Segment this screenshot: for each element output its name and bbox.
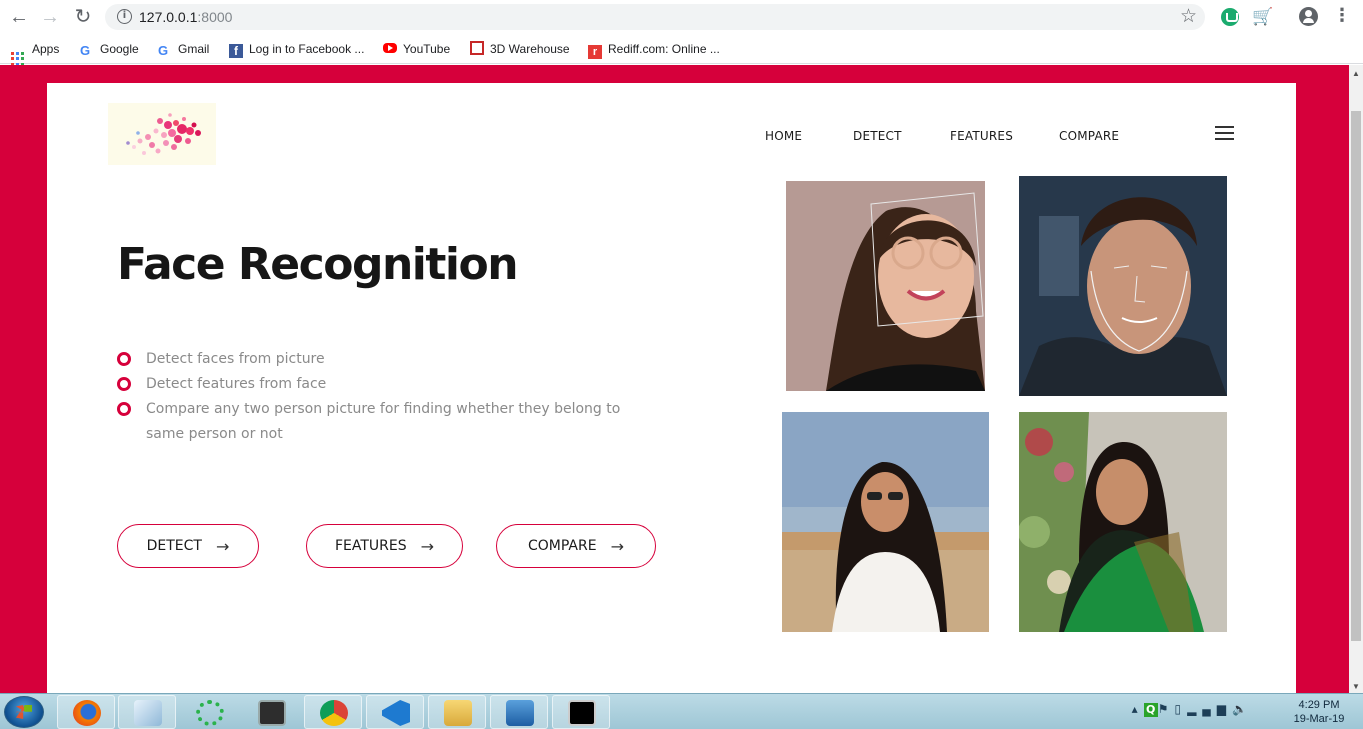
compare-photo-left <box>782 412 989 632</box>
face-detection-photo <box>786 181 985 391</box>
back-arrow-icon[interactable]: ← <box>7 6 31 28</box>
vscode-taskbar-icon[interactable] <box>366 695 424 729</box>
reload-icon[interactable]: ↻ <box>71 6 95 28</box>
info-icon[interactable]: i <box>117 9 132 24</box>
bookmarks-bar: Apps G Google G Gmail f Log in to Facebook … <box>0 34 1363 66</box>
feature-list: Detect faces from picture Detect feature… <box>117 347 637 447</box>
clock-time: 4:29 PM <box>1298 699 1340 711</box>
arrow-right-icon: → <box>420 536 435 556</box>
url-text[interactable]: 127.0.0.1:8000 <box>139 9 232 25</box>
battery-icon[interactable]: ▯ <box>1174 702 1187 716</box>
scroll-up-icon[interactable]: ▲ <box>1352 69 1360 78</box>
bookmark-3d-warehouse[interactable]: 3D Warehouse <box>470 41 570 57</box>
flag-icon[interactable]: ⚑ <box>1158 702 1175 716</box>
feature-item: Detect features from face <box>117 372 637 397</box>
facial-features-photo <box>1019 176 1227 396</box>
page-scrollbar[interactable]: ▲ ▼ <box>1349 65 1363 693</box>
facebook-icon: f <box>229 44 243 58</box>
bookmark-rediff[interactable]: r Rediff.com: Online ... <box>588 41 720 59</box>
taskbar-clock[interactable]: 4:29 PM 19-Mar-19 <box>1289 698 1349 726</box>
control-panel-taskbar-icon[interactable] <box>490 695 548 729</box>
bookmark-facebook[interactable]: f Log in to Facebook ... <box>229 41 364 58</box>
page-viewport: HOME DETECT FEATURES COMPARE Face Recogn… <box>0 65 1349 693</box>
hamburger-menu-icon[interactable] <box>1215 126 1234 140</box>
cart-icon[interactable]: 🛒 <box>1252 7 1273 27</box>
start-button-icon[interactable] <box>4 696 44 728</box>
google-icon: G <box>80 43 91 58</box>
feature-item: Detect faces from picture <box>117 347 637 372</box>
detect-button[interactable]: DETECT → <box>117 524 259 568</box>
profile-icon[interactable] <box>1299 7 1318 26</box>
google-icon: G <box>158 43 169 58</box>
arrow-right-icon: → <box>215 536 230 556</box>
bullet-ring-icon <box>117 377 131 391</box>
q-app-icon[interactable]: Q <box>1143 703 1158 717</box>
bookmark-gmail[interactable]: G Gmail <box>158 41 209 58</box>
nav-compare[interactable]: COMPARE <box>1059 129 1119 143</box>
bookmark-apps[interactable]: Apps <box>11 41 59 66</box>
compare-button[interactable]: COMPARE → <box>496 524 656 568</box>
bookmark-star-icon[interactable]: ☆ <box>1180 5 1197 28</box>
notepad-taskbar-icon[interactable] <box>118 695 176 729</box>
bullet-ring-icon <box>117 402 131 416</box>
clock-date: 19-Mar-19 <box>1293 713 1345 725</box>
cmd-taskbar-icon[interactable] <box>552 695 610 729</box>
chrome-taskbar-icon[interactable] <box>304 695 362 729</box>
browser-toolbar: ← → ↻ i 127.0.0.1:8000 ☆ 🛒 ⋮ <box>0 0 1363 34</box>
site-logo[interactable] <box>108 103 216 165</box>
network-icon[interactable]: ▂▄▆ <box>1187 702 1232 716</box>
browser-menu-icon[interactable]: ⋮ <box>1333 5 1351 26</box>
rediff-icon: r <box>588 45 602 59</box>
file-explorer-taskbar-icon[interactable] <box>428 695 486 729</box>
scroll-thumb[interactable] <box>1351 111 1361 641</box>
youtube-icon <box>383 43 397 53</box>
volume-icon[interactable]: 🔈 <box>1232 702 1253 716</box>
nav-features[interactable]: FEATURES <box>950 129 1013 143</box>
apps-grid-icon <box>11 52 25 66</box>
system-tray: ▴ Q ⚑▯▂▄▆🔈 <box>1132 702 1253 717</box>
nav-home[interactable]: HOME <box>765 129 802 143</box>
compare-button-label: COMPARE <box>528 538 597 554</box>
windows-taskbar: ▴ Q ⚑▯▂▄▆🔈 4:29 PM 19-Mar-19 <box>0 693 1363 729</box>
forward-arrow-icon[interactable]: → <box>38 6 62 28</box>
address-bar[interactable]: i 127.0.0.1:8000 ☆ <box>105 4 1205 30</box>
page-title: Face Recognition <box>117 239 519 290</box>
detect-button-label: DETECT <box>146 538 202 554</box>
nav-detect[interactable]: DETECT <box>853 129 902 143</box>
terminal-taskbar-icon[interactable] <box>242 695 300 729</box>
features-button[interactable]: FEATURES → <box>306 524 463 568</box>
scroll-down-icon[interactable]: ▼ <box>1352 682 1360 691</box>
extension-icon[interactable] <box>1221 8 1239 26</box>
bullet-ring-icon <box>117 352 131 366</box>
compare-photo-right <box>1019 412 1227 632</box>
tray-expand-icon[interactable]: ▴ <box>1132 702 1144 716</box>
hero-card: HOME DETECT FEATURES COMPARE Face Recogn… <box>47 83 1296 693</box>
features-button-label: FEATURES <box>334 538 407 554</box>
feature-item: Compare any two person picture for findi… <box>117 397 637 447</box>
bookmark-google[interactable]: G Google <box>80 41 139 58</box>
firefox-taskbar-icon[interactable] <box>57 695 115 729</box>
bookmark-youtube[interactable]: YouTube <box>383 41 450 57</box>
arrow-right-icon: → <box>610 536 624 556</box>
loader-taskbar-icon[interactable] <box>180 695 238 729</box>
warehouse-icon <box>470 41 484 55</box>
